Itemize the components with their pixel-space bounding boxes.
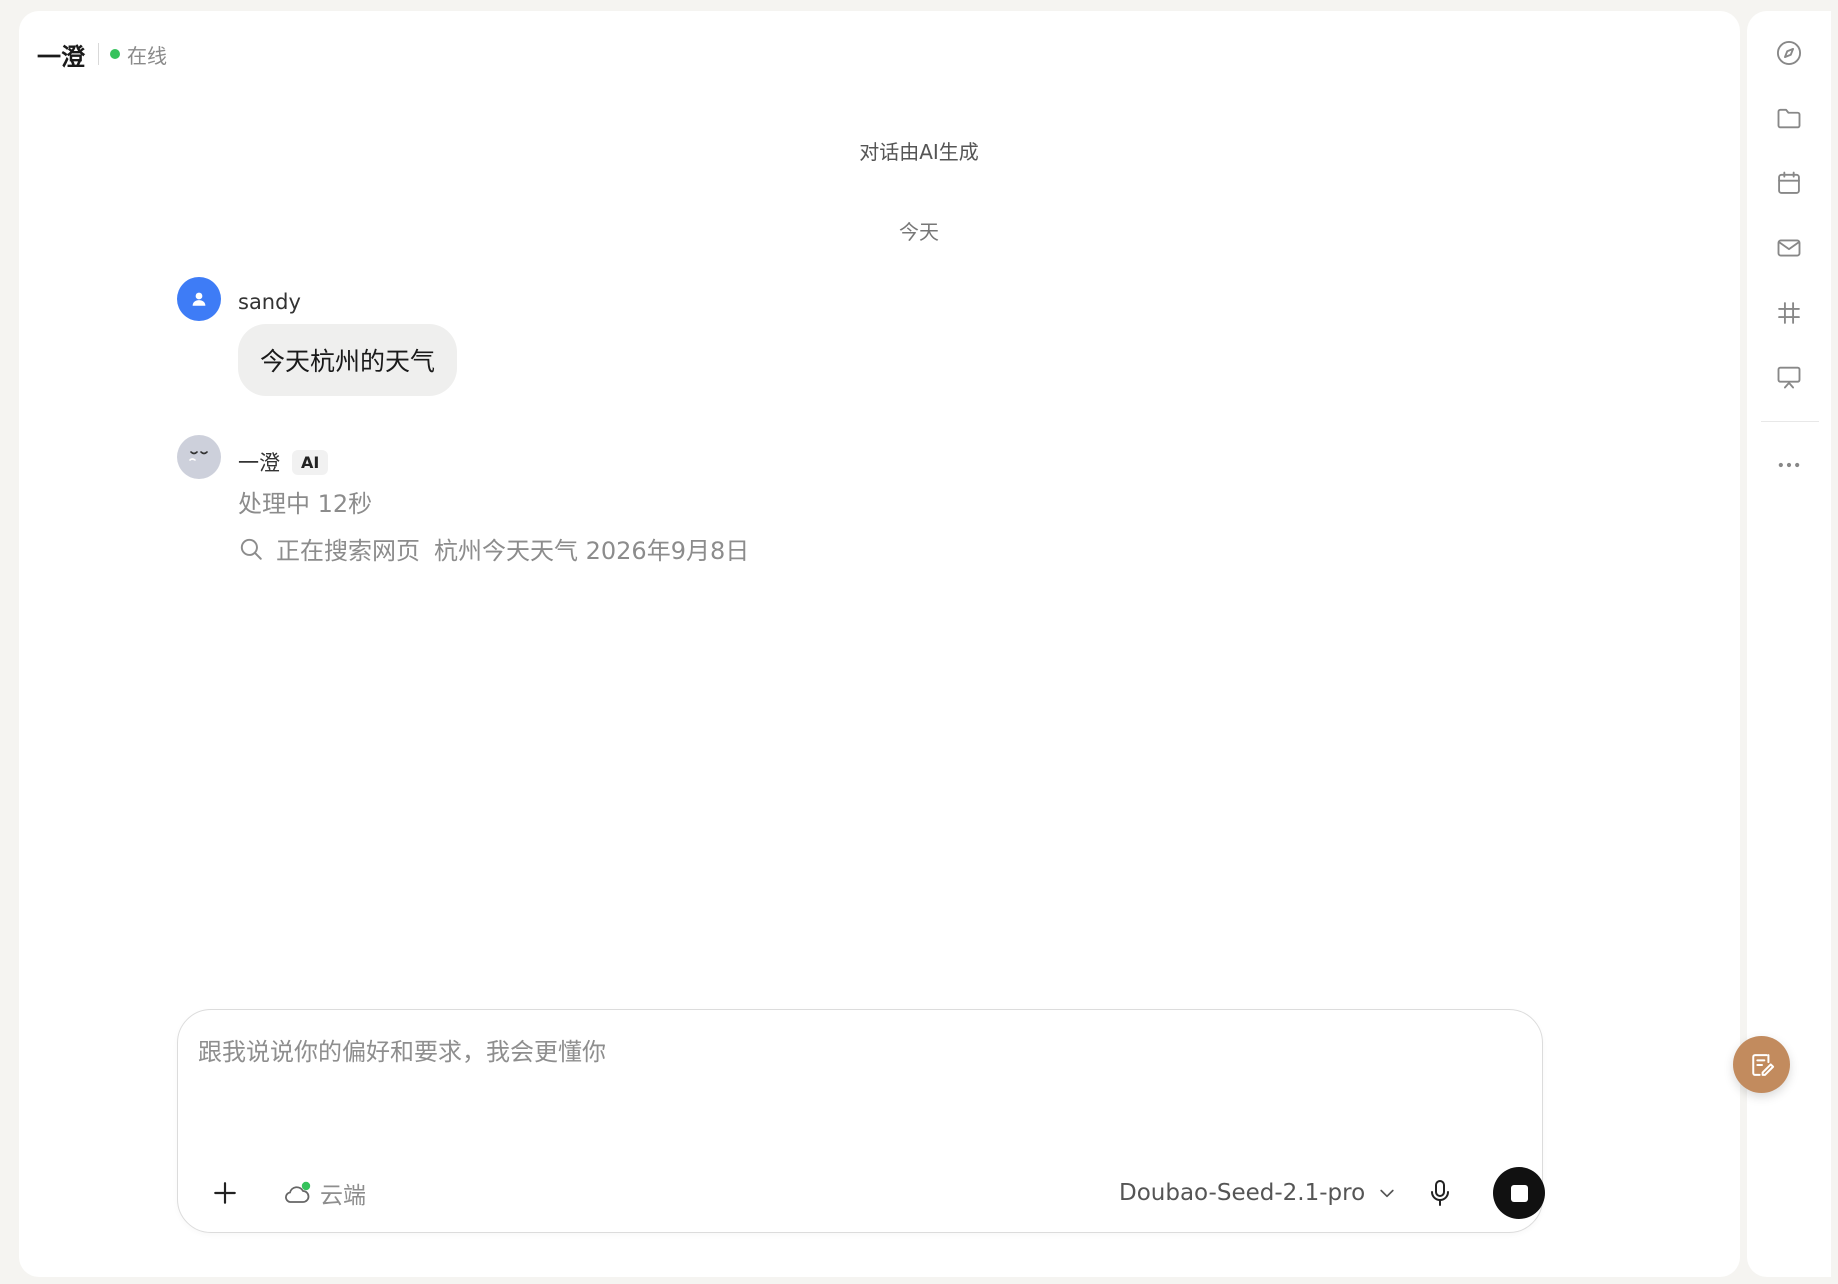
compass-icon — [1776, 40, 1802, 66]
presentation-icon — [1777, 366, 1801, 389]
user-sender-name: sandy — [238, 290, 301, 314]
chevron-down-icon — [1380, 1189, 1394, 1198]
calendar-icon — [1778, 171, 1800, 194]
cloud-label: 云端 — [320, 1183, 366, 1209]
ai-sender: 一澄 AI — [238, 447, 329, 477]
files-button[interactable] — [1774, 103, 1804, 133]
mail-icon — [1777, 239, 1801, 257]
date-divider: 今天 — [899, 220, 939, 244]
ai-badge: AI — [292, 449, 329, 475]
ai-sender-name: 一澄 — [238, 451, 280, 475]
voice-input-button[interactable] — [1423, 1176, 1457, 1210]
channels-button[interactable] — [1774, 298, 1804, 328]
ai-avatar[interactable] — [177, 435, 221, 479]
search-status: 正在搜索网页 杭州今天天气 2026年9月8日 — [238, 531, 749, 566]
search-icon — [238, 536, 264, 562]
cloud-mode-button[interactable]: 云端 — [282, 1176, 366, 1210]
search-query: 杭州今天天气 2026年9月8日 — [434, 537, 750, 565]
calendar-button[interactable] — [1774, 168, 1804, 198]
model-selector[interactable]: Doubao-Seed-2.1-pro — [1119, 1176, 1397, 1210]
stop-icon — [1510, 1184, 1528, 1202]
user-message-bubble: 今天杭州的天气 — [238, 324, 458, 396]
chat-header: 一澄 在线 — [37, 30, 167, 78]
message-input[interactable] — [198, 1038, 1398, 1066]
ai-generated-notice: 对话由AI生成 — [859, 140, 979, 164]
sleepy-face-icon — [189, 451, 208, 461]
presentation-button[interactable] — [1774, 362, 1804, 392]
online-dot — [110, 49, 120, 59]
user-avatar[interactable] — [177, 277, 221, 321]
more-button[interactable] — [1774, 450, 1804, 480]
microphone-icon — [1431, 1180, 1449, 1206]
cloud-icon — [282, 1180, 312, 1206]
plus-icon — [214, 1182, 236, 1204]
search-action: 正在搜索网页 — [276, 537, 420, 565]
rail-divider — [1761, 421, 1819, 422]
user-icon — [192, 292, 206, 306]
more-icon — [1778, 462, 1800, 468]
explore-button[interactable] — [1774, 38, 1804, 68]
message-composer: 云端 Doubao-Seed-2.1-pro — [177, 1009, 1545, 1233]
stop-generation-button[interactable] — [1493, 1167, 1545, 1219]
header-divider — [98, 43, 99, 65]
notes-fab[interactable] — [1733, 1036, 1790, 1093]
hashtag-icon — [1778, 302, 1800, 324]
model-name: Doubao-Seed-2.1-pro — [1119, 1180, 1366, 1206]
folder-icon — [1777, 108, 1801, 129]
add-button[interactable] — [208, 1176, 242, 1210]
note-edit-icon — [1751, 1053, 1774, 1076]
mail-button[interactable] — [1774, 233, 1804, 263]
processing-status: 处理中 12秒 — [238, 490, 373, 518]
agent-name: 一澄 — [37, 42, 85, 71]
online-status: 在线 — [127, 43, 167, 68]
